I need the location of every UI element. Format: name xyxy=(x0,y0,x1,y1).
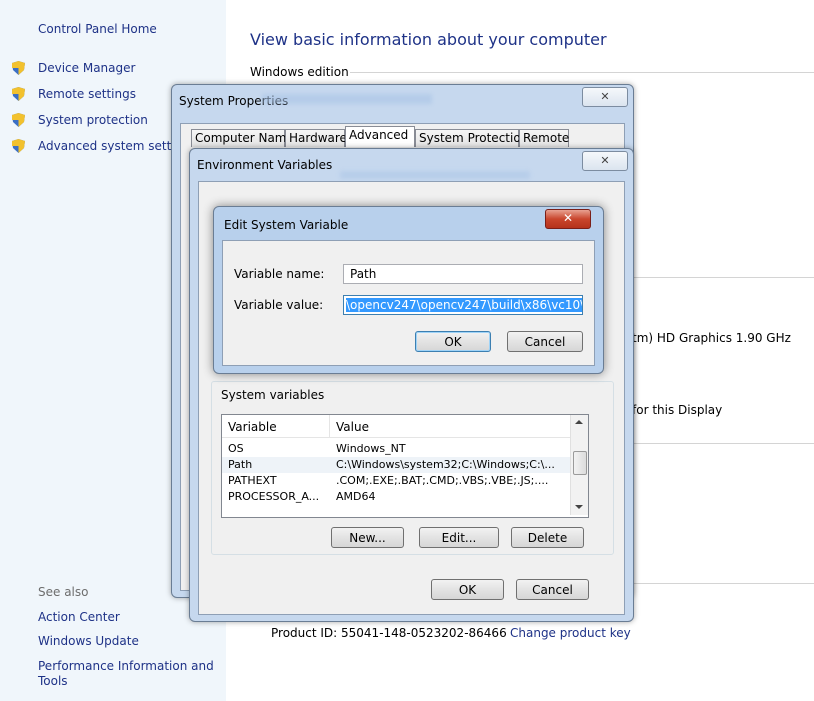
remote-settings-label: Remote settings xyxy=(38,87,136,101)
scroll-down-icon[interactable] xyxy=(575,505,583,509)
tab-advanced[interactable]: Advanced xyxy=(345,126,415,147)
delete-variable-button[interactable]: Delete xyxy=(511,527,584,548)
variable-value-label: Variable value: xyxy=(234,298,324,312)
variable-name-field[interactable]: Path xyxy=(343,264,583,284)
shield-icon xyxy=(12,139,25,153)
row-variable: PROCESSOR_A... xyxy=(228,490,320,503)
column-divider xyxy=(329,415,330,437)
column-header-variable[interactable]: Variable xyxy=(228,420,277,434)
row-variable: OS xyxy=(228,442,244,455)
table-row-selected[interactable]: Path C:\Windows\system32;C:\Windows;C:\.… xyxy=(222,457,570,473)
edit-variable-close-button[interactable]: ✕ xyxy=(545,209,591,229)
tab-hardware[interactable]: Hardware xyxy=(285,129,347,147)
close-icon: ✕ xyxy=(562,211,574,225)
close-icon: ✕ xyxy=(600,154,610,167)
system-properties-close-button[interactable]: ✕ xyxy=(582,87,628,107)
edit-variable-client: Variable name: Path Variable value: \ope… xyxy=(222,240,595,366)
env-cancel-button[interactable]: Cancel xyxy=(516,579,589,600)
blurred-title-text xyxy=(262,94,432,104)
section-divider xyxy=(630,443,814,444)
shield-icon xyxy=(12,113,25,127)
shield-icon xyxy=(12,87,25,101)
scroll-thumb[interactable] xyxy=(573,451,587,475)
vertical-scrollbar[interactable] xyxy=(570,415,588,515)
scroll-up-icon[interactable] xyxy=(575,420,583,424)
row-value: AMD64 xyxy=(336,490,376,503)
system-variables-list[interactable]: Variable Value OS Windows_NT Path C:\Win… xyxy=(221,414,589,518)
performance-tools-link[interactable]: Performance Information and Tools xyxy=(38,659,218,689)
windows-edition-heading: Windows edition xyxy=(250,65,349,79)
blurred-text xyxy=(340,171,530,179)
section-divider xyxy=(630,277,814,278)
section-divider xyxy=(630,583,814,584)
close-icon: ✕ xyxy=(600,90,610,103)
change-product-key-link[interactable]: Change product key xyxy=(510,626,631,640)
edit-variable-button[interactable]: Edit... xyxy=(419,527,499,548)
edit-cancel-button[interactable]: Cancel xyxy=(507,331,583,352)
table-row[interactable]: PROCESSOR_A... AMD64 xyxy=(228,489,568,505)
tab-system-protection[interactable]: System Protection xyxy=(415,129,528,147)
windows-update-link[interactable]: Windows Update xyxy=(38,634,139,648)
tab-remote[interactable]: Remote xyxy=(519,129,569,147)
action-center-link[interactable]: Action Center xyxy=(38,610,120,624)
device-manager-link[interactable]: Device Manager xyxy=(12,61,135,78)
table-row[interactable]: PATHEXT .COM;.EXE;.BAT;.CMD;.VBS;.VBE;.J… xyxy=(228,473,568,489)
environment-variables-title: Environment Variables xyxy=(197,158,333,172)
touch-info: for this Display xyxy=(632,403,723,417)
row-variable: PATHEXT xyxy=(228,474,277,487)
product-id: Product ID: 55041-148-0523202-86466 xyxy=(271,626,507,640)
row-value: C:\Windows\system32;C:\Windows;C:\... xyxy=(336,458,555,471)
variable-value-field[interactable]: \opencv247\opencv247\build\x86\vc10\bin xyxy=(343,295,583,315)
control-panel-home-link[interactable]: Control Panel Home xyxy=(38,22,157,36)
row-value: Windows_NT xyxy=(336,442,406,455)
page-title: View basic information about your comput… xyxy=(250,30,607,49)
system-variables-label: System variables xyxy=(219,388,327,402)
advanced-system-settings-link[interactable]: Advanced system settings xyxy=(12,139,196,156)
variable-name-label: Variable name: xyxy=(234,267,325,281)
processor-info: tm) HD Graphics 1.90 GHz xyxy=(632,331,791,345)
tab-computer-name[interactable]: Computer Name xyxy=(191,129,294,147)
env-ok-button[interactable]: OK xyxy=(431,579,504,600)
row-value: .COM;.EXE;.BAT;.CMD;.VBS;.VBE;.JS;.... xyxy=(336,474,549,487)
system-protection-link[interactable]: System protection xyxy=(12,113,148,130)
row-variable: Path xyxy=(228,458,253,471)
list-header: Variable Value xyxy=(222,415,570,438)
see-also-heading: See also xyxy=(38,585,89,599)
edit-system-variable-dialog: Edit System Variable ✕ Variable name: Pa… xyxy=(213,206,604,374)
column-header-value[interactable]: Value xyxy=(336,420,369,434)
system-protection-label: System protection xyxy=(38,113,148,127)
edit-ok-button[interactable]: OK xyxy=(415,331,491,352)
device-manager-label: Device Manager xyxy=(38,61,136,75)
remote-settings-link[interactable]: Remote settings xyxy=(12,87,136,104)
variable-value-text: \opencv247\opencv247\build\x86\vc10\bin xyxy=(346,298,582,312)
new-variable-button[interactable]: New... xyxy=(331,527,404,548)
table-row[interactable]: OS Windows_NT xyxy=(228,441,568,457)
edit-system-variable-title: Edit System Variable xyxy=(224,218,349,232)
environment-variables-close-button[interactable]: ✕ xyxy=(582,151,628,171)
section-divider xyxy=(350,72,814,73)
shield-icon xyxy=(12,61,25,75)
